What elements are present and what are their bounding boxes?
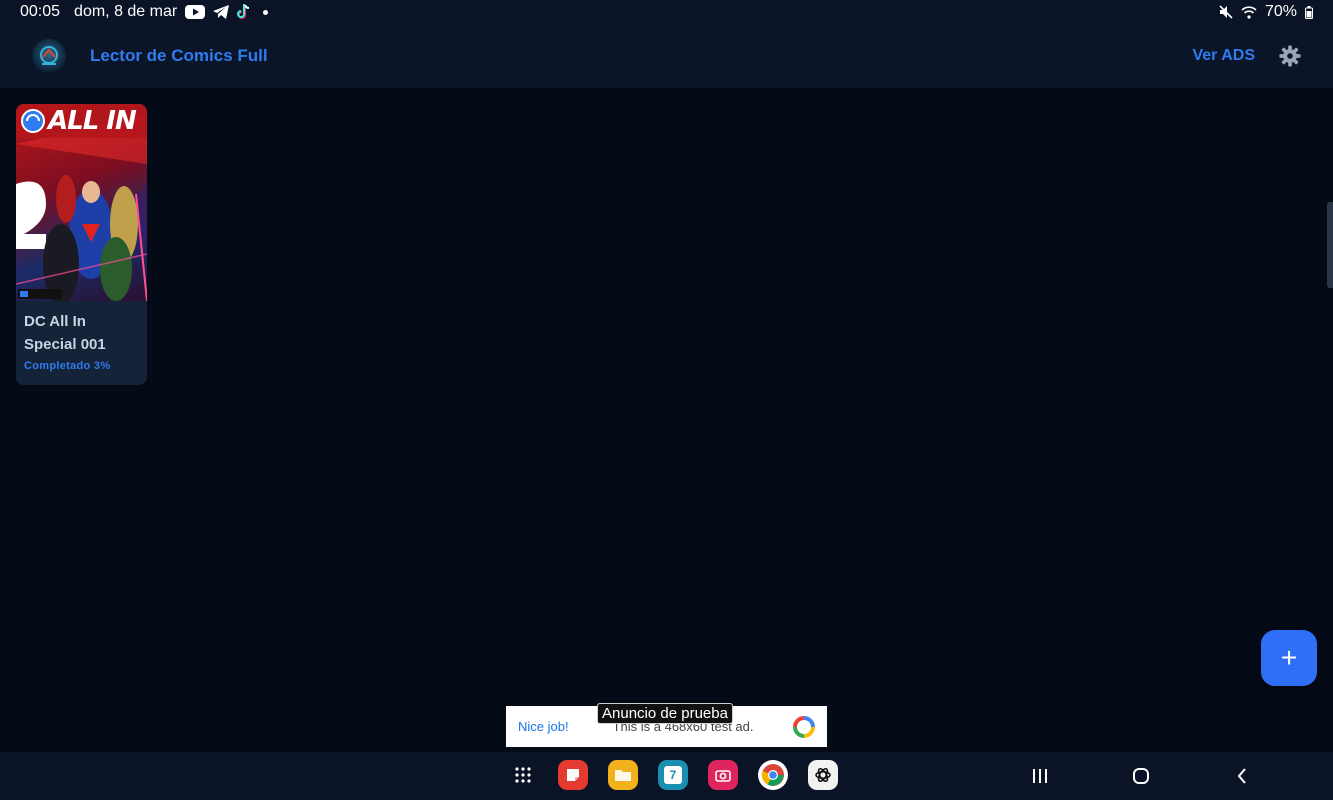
status-bar-left: 00:05 dom, 8 de mar xyxy=(20,3,269,21)
status-time: 00:05 xyxy=(20,3,61,20)
app-drawer-icon[interactable] xyxy=(508,760,538,790)
cover-logo-text: ALL IN xyxy=(48,106,137,136)
files-app-icon[interactable] xyxy=(608,760,638,790)
wifi-icon xyxy=(1241,5,1257,19)
comic-title: DC All In Special 001 xyxy=(24,313,106,353)
back-icon[interactable] xyxy=(1230,764,1254,788)
ad-test-label: Anuncio de prueba xyxy=(597,703,733,724)
status-bar-right: 70% xyxy=(1219,3,1313,21)
mute-icon xyxy=(1219,5,1233,19)
gear-icon[interactable] xyxy=(1279,45,1301,67)
navigation-bar: 7 xyxy=(0,752,1333,800)
telegram-icon xyxy=(213,5,230,19)
add-comic-button[interactable]: + xyxy=(1261,630,1317,686)
ad-choices-icon[interactable] xyxy=(793,715,815,738)
recent-apps-icon[interactable] xyxy=(1028,764,1052,788)
battery-percent: 70% xyxy=(1264,3,1297,20)
ver-ads-button[interactable]: Ver ADS xyxy=(1192,47,1255,65)
chatgpt-app-icon[interactable] xyxy=(808,760,838,790)
comic-cover[interactable]: ALL IN xyxy=(16,104,147,301)
calendar-day: 7 xyxy=(664,766,682,784)
app-title: Lector de Comics Full xyxy=(90,46,268,65)
app-logo xyxy=(32,39,66,73)
notification-dot xyxy=(263,9,269,15)
status-date: dom, 8 de mar xyxy=(74,3,178,20)
app-bar: Lector de Comics Full Ver ADS xyxy=(0,24,1333,88)
camera-app-icon[interactable] xyxy=(708,760,738,790)
calendar-app-icon[interactable]: 7 xyxy=(658,760,688,790)
notes-app-icon[interactable] xyxy=(558,760,588,790)
battery-icon xyxy=(1305,5,1313,19)
ad-nice-text: Nice job! xyxy=(518,719,569,734)
comic-progress: Completado 3% xyxy=(24,360,111,372)
chrome-app-icon[interactable] xyxy=(758,760,788,790)
status-bar: 00:05 dom, 8 de mar 70% xyxy=(0,0,1333,24)
tiktok-icon xyxy=(237,4,251,20)
home-icon[interactable] xyxy=(1129,764,1153,788)
app-dock: 7 xyxy=(508,760,838,790)
comic-card[interactable]: ALL IN DC All In Special 001 Completado … xyxy=(16,104,147,385)
youtube-icon xyxy=(185,5,206,19)
scrollbar-thumb[interactable] xyxy=(1327,202,1333,288)
